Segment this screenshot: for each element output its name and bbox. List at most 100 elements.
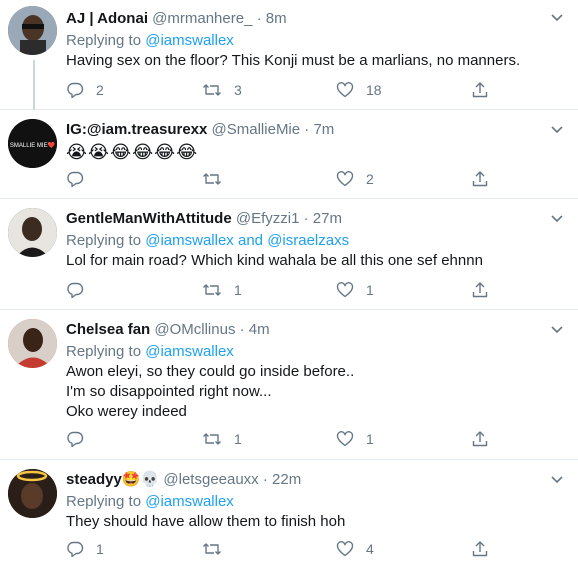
- more-icon[interactable]: [548, 209, 566, 227]
- like-icon: [336, 282, 354, 298]
- mention-conjunction: and: [237, 232, 264, 249]
- reply-icon: [67, 171, 84, 188]
- share-button[interactable]: [471, 80, 489, 100]
- avatar[interactable]: SMALLIE MIE❤️: [8, 119, 57, 168]
- retweet-icon: [203, 84, 221, 96]
- retweet-button[interactable]: 1: [202, 280, 242, 300]
- retweet-count: 1: [234, 282, 242, 298]
- user-name[interactable]: steadyy: [66, 471, 122, 488]
- share-icon: [472, 282, 488, 298]
- reply-icon: [67, 431, 84, 448]
- tweet-3[interactable]: GentleManWithAttitude @Efyzzi1 · 27m Rep…: [0, 199, 578, 310]
- retweet-icon: [203, 173, 221, 185]
- user-handle[interactable]: @SmallieMie: [212, 121, 301, 138]
- like-icon: [336, 541, 354, 557]
- tweet-text: They should have allow them to finish ho…: [66, 513, 346, 530]
- timestamp[interactable]: 7m: [313, 121, 334, 138]
- name-emojis: 🤩💀: [121, 471, 160, 488]
- separator-dot: ·: [239, 321, 245, 338]
- mention-link[interactable]: @iamswallex: [145, 343, 234, 360]
- like-button[interactable]: 1: [336, 429, 374, 449]
- reply-button[interactable]: [66, 169, 96, 189]
- retweet-count: 3: [234, 82, 242, 98]
- replying-to-label: Replying to: [66, 32, 142, 49]
- timestamp[interactable]: 27m: [313, 210, 342, 227]
- user-handle[interactable]: @Efyzzi1: [236, 210, 300, 227]
- like-icon: [336, 82, 354, 98]
- mention-link[interactable]: @iamswallex: [145, 32, 234, 49]
- like-count: 2: [366, 171, 374, 187]
- mention-link[interactable]: @iamswallex: [145, 493, 234, 510]
- replying-to-label: Replying to: [66, 232, 142, 249]
- retweet-button[interactable]: 3: [202, 80, 242, 100]
- reply-button[interactable]: [66, 429, 96, 449]
- like-button[interactable]: 18: [336, 80, 382, 100]
- avatar[interactable]: [8, 469, 57, 518]
- share-icon: [472, 171, 488, 187]
- user-name[interactable]: IG:@iam.treasurexx: [66, 121, 207, 138]
- reply-button[interactable]: 1: [66, 539, 104, 559]
- reply-count: 2: [96, 82, 104, 98]
- timestamp[interactable]: 8m: [266, 10, 287, 27]
- user-handle[interactable]: @mrmanhere_: [152, 10, 252, 27]
- user-name[interactable]: AJ | Adonai: [66, 10, 148, 27]
- like-icon: [336, 431, 354, 447]
- retweet-icon: [203, 433, 221, 445]
- tweet-text: 😭😭😂😂😂😂: [66, 142, 199, 162]
- reply-button[interactable]: [66, 280, 96, 300]
- timestamp[interactable]: 4m: [249, 321, 270, 338]
- reply-count: 1: [96, 541, 104, 557]
- like-button[interactable]: 2: [336, 169, 374, 189]
- thread-line: [33, 60, 35, 110]
- separator-dot: ·: [303, 210, 309, 227]
- more-icon[interactable]: [548, 470, 566, 488]
- separator-dot: ·: [262, 471, 268, 488]
- retweet-button[interactable]: [202, 539, 234, 559]
- reply-icon: [67, 282, 84, 299]
- like-count: 18: [366, 82, 382, 98]
- user-handle[interactable]: @OMcllinus: [154, 321, 235, 338]
- share-button[interactable]: [471, 280, 489, 300]
- share-button[interactable]: [471, 429, 489, 449]
- like-button[interactable]: 1: [336, 280, 374, 300]
- share-button[interactable]: [471, 539, 489, 559]
- avatar[interactable]: [8, 6, 57, 55]
- more-icon[interactable]: [548, 320, 566, 338]
- reply-icon: [67, 541, 84, 558]
- mention-link[interactable]: @iamswallex: [145, 232, 234, 249]
- user-name[interactable]: Chelsea fan: [66, 321, 150, 338]
- more-icon[interactable]: [548, 8, 566, 26]
- tweet-text: Lol for main road? Which kind wahala be …: [66, 252, 483, 269]
- reply-icon: [67, 82, 84, 99]
- like-icon: [336, 171, 354, 187]
- mention-link-2[interactable]: @israelzaxs: [267, 232, 349, 249]
- user-name[interactable]: GentleManWithAttitude: [66, 210, 232, 227]
- like-count: 4: [366, 541, 374, 557]
- like-count: 1: [366, 282, 374, 298]
- share-icon: [472, 82, 488, 98]
- avatar[interactable]: [8, 208, 57, 257]
- like-button[interactable]: 4: [336, 539, 374, 559]
- more-icon[interactable]: [548, 120, 566, 138]
- share-icon: [472, 541, 488, 557]
- retweet-icon: [203, 284, 221, 296]
- replying-to-label: Replying to: [66, 493, 142, 510]
- user-handle[interactable]: @letsgeeauxx: [163, 471, 258, 488]
- retweet-button[interactable]: 1: [202, 429, 242, 449]
- share-button[interactable]: [471, 169, 489, 189]
- tweet-5[interactable]: steadyy🤩💀 @letsgeeauxx · 22m Replying to…: [0, 460, 578, 563]
- separator-dot: ·: [304, 121, 310, 138]
- tweet-2[interactable]: SMALLIE MIE❤️ IG:@iam.treasurexx @Smalli…: [0, 110, 578, 199]
- separator-dot: ·: [256, 10, 262, 27]
- tweet-4[interactable]: Chelsea fan @OMcllinus · 4m Replying to …: [0, 310, 578, 460]
- tweet-1[interactable]: AJ | Adonai @mrmanhere_ · 8m Replying to…: [0, 0, 578, 110]
- retweet-count: 1: [234, 431, 242, 447]
- tweet-text: Having sex on the floor? This Konji must…: [66, 52, 521, 69]
- avatar-label: SMALLIE MIE❤️: [10, 141, 56, 149]
- retweet-icon: [203, 543, 221, 555]
- retweet-button[interactable]: [202, 169, 234, 189]
- like-count: 1: [366, 431, 374, 447]
- timestamp[interactable]: 22m: [272, 471, 301, 488]
- reply-button[interactable]: 2: [66, 80, 104, 100]
- avatar[interactable]: [8, 319, 57, 368]
